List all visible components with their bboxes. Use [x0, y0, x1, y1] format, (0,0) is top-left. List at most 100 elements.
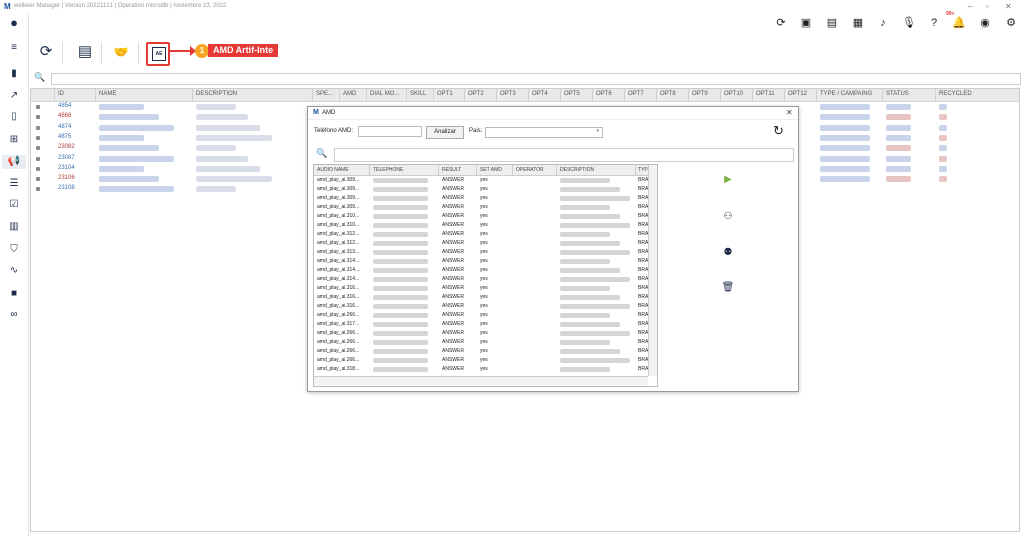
table-row[interactable]: amd_play_ai.309... ANSWER yes BRA	[314, 185, 648, 194]
table-row[interactable]: amd_play_ai.313... ANSWER yes BRA	[314, 248, 648, 257]
col-set-amd[interactable]: SET AMD	[480, 167, 502, 173]
column-header[interactable]: OPT8	[660, 91, 676, 97]
horizontal-scrollbar[interactable]	[314, 376, 648, 385]
handshake-button[interactable]: 🤝	[110, 40, 132, 64]
column-header[interactable]: DIAL MO...	[370, 91, 399, 97]
book-icon[interactable]: ▤	[825, 16, 839, 30]
minimize-button[interactable]: –	[968, 2, 972, 11]
col-result[interactable]: RESULT	[442, 167, 461, 173]
vertical-scrollbar[interactable]	[648, 165, 657, 376]
column-header[interactable]: SKILL	[410, 91, 426, 97]
column-header[interactable]: OPT9	[692, 91, 708, 97]
row-id[interactable]: 23087	[58, 155, 75, 161]
row-id[interactable]: 23108	[58, 185, 75, 191]
col-audio-name[interactable]: AUDIO NAME	[317, 167, 349, 173]
phone-amd-input[interactable]	[358, 126, 422, 137]
country-select[interactable]: ▾	[485, 127, 603, 138]
column-header[interactable]: RECYCLED	[939, 91, 972, 97]
column-header[interactable]: OPT1	[437, 91, 453, 97]
checklist-icon[interactable]: ☑	[6, 198, 22, 212]
row-id[interactable]: 23104	[58, 165, 75, 171]
column-header[interactable]: AMD	[343, 91, 356, 97]
trend-icon[interactable]: ↗	[6, 89, 22, 103]
column-header[interactable]: ID	[58, 91, 64, 97]
help-icon[interactable]: ?	[927, 16, 941, 30]
column-header[interactable]: SPE...	[316, 91, 333, 97]
row-id[interactable]: 4868	[58, 113, 71, 119]
column-header[interactable]: OPT6	[596, 91, 612, 97]
table-row[interactable]: amd_play_ai.266... ANSWER yes BRA	[314, 347, 648, 356]
add-list-button[interactable]: ▤	[74, 40, 96, 64]
column-header[interactable]: OPT5	[564, 91, 580, 97]
table-row[interactable]: amd_play_ai.314... ANSWER yes BRA	[314, 275, 648, 284]
users-icon[interactable]: ☰	[6, 177, 22, 191]
table-row[interactable]: amd_play_ai.314... ANSWER yes BRA	[314, 257, 648, 266]
table-row[interactable]: amd_play_ai.310... ANSWER yes BRA	[314, 221, 648, 230]
table-row[interactable]: amd_play_ai.316... ANSWER yes BRA	[314, 293, 648, 302]
menu-icon[interactable]: ≡	[6, 41, 22, 55]
table-row[interactable]: amd_play_ai.309... ANSWER yes BRA	[314, 176, 648, 185]
ai-head-icon[interactable]: ⚇	[721, 211, 735, 222]
gear-icon[interactable]: ⚙	[1004, 16, 1018, 30]
column-header[interactable]: OPT10	[724, 91, 743, 97]
analyze-button[interactable]: Analizar	[426, 126, 464, 139]
bar-chart-icon[interactable]: ▮	[6, 67, 22, 81]
briefcase-icon[interactable]: ▣	[799, 16, 813, 30]
video-icon[interactable]: ■	[6, 287, 22, 301]
calculator-icon[interactable]: ▥	[6, 220, 22, 234]
audio-wave-icon[interactable]: ∿	[6, 264, 22, 278]
table-row[interactable]: amd_play_ai.309... ANSWER yes BRA	[314, 203, 648, 212]
column-header[interactable]: OPT2	[468, 91, 484, 97]
voicemail-icon[interactable]: ∞	[6, 308, 22, 322]
music-note-icon[interactable]: ♪	[876, 16, 890, 30]
row-id[interactable]: 4854	[58, 103, 71, 109]
campaign-icon[interactable]: 📢	[2, 155, 26, 169]
refresh-icon[interactable]: ↻	[773, 123, 784, 139]
trash-icon[interactable]: 🗑	[721, 282, 735, 293]
column-header[interactable]: DESCRIPTION	[196, 91, 237, 97]
row-id[interactable]: 4874	[58, 124, 71, 130]
table-row[interactable]: amd_play_ai.316... ANSWER yes BRA	[314, 302, 648, 311]
table-row[interactable]: amd_play_ai.309... ANSWER yes BRA	[314, 194, 648, 203]
close-window-button[interactable]: ✕	[1005, 2, 1012, 11]
microphone-icon[interactable]: 🎙	[902, 16, 916, 30]
dialog-search-input[interactable]	[334, 148, 794, 162]
amd-ai-button[interactable]: AE	[146, 42, 170, 66]
refresh-button[interactable]: ⟳	[35, 40, 57, 64]
table-row[interactable]: amd_play_ai.266... ANSWER yes BRA	[314, 311, 648, 320]
row-id[interactable]: 23106	[58, 175, 75, 181]
row-id[interactable]: 4875	[58, 134, 71, 140]
avatar-icon[interactable]: ●	[6, 16, 22, 30]
col-telephone[interactable]: TELEPHONE	[373, 167, 403, 173]
column-header[interactable]: STATUS	[886, 91, 909, 97]
user-icon[interactable]: ◉	[978, 16, 992, 30]
column-header[interactable]: OPT12	[788, 91, 807, 97]
table-row[interactable]: amd_play_ai.316... ANSWER yes BRA	[314, 284, 648, 293]
column-header[interactable]: OPT11	[756, 91, 775, 97]
bell-icon[interactable]: 🔔	[952, 16, 966, 30]
column-header[interactable]: NAME	[99, 91, 116, 97]
refresh-icon[interactable]: ⟳	[774, 16, 788, 30]
document-icon[interactable]: ▯	[6, 110, 22, 124]
table-row[interactable]: amd_play_ai.318... ANSWER yes BRA	[314, 365, 648, 374]
table-row[interactable]: amd_play_ai.266... ANSWER yes BRA	[314, 329, 648, 338]
diagram-icon[interactable]: ⊞	[6, 133, 22, 147]
close-icon[interactable]: ✕	[786, 108, 793, 117]
brain-icon[interactable]: ⚉	[721, 247, 735, 258]
search-input[interactable]	[51, 73, 1021, 85]
table-row[interactable]: amd_play_ai.317... ANSWER yes BRA	[314, 320, 648, 329]
shield-icon[interactable]: ⛉	[6, 243, 22, 257]
column-header[interactable]: TYPE / CAMPAING	[820, 91, 872, 97]
table-row[interactable]: amd_play_ai.266... ANSWER yes BRA	[314, 338, 648, 347]
contact-card-icon[interactable]: ▦	[851, 16, 865, 30]
play-icon[interactable]: ▶	[721, 174, 735, 185]
table-row[interactable]: amd_play_ai.312... ANSWER yes BRA	[314, 239, 648, 248]
table-row[interactable]: amd_play_ai.312... ANSWER yes BRA	[314, 230, 648, 239]
row-id[interactable]: 23082	[58, 144, 75, 150]
column-header[interactable]: OPT3	[500, 91, 516, 97]
maximize-button[interactable]: ▫	[986, 2, 989, 11]
table-row[interactable]: amd_play_ai.314... ANSWER yes BRA	[314, 266, 648, 275]
table-row[interactable]: amd_play_ai.310... ANSWER yes BRA	[314, 212, 648, 221]
column-header[interactable]: OPT7	[628, 91, 644, 97]
col-operator[interactable]: OPERATOR	[516, 167, 544, 173]
